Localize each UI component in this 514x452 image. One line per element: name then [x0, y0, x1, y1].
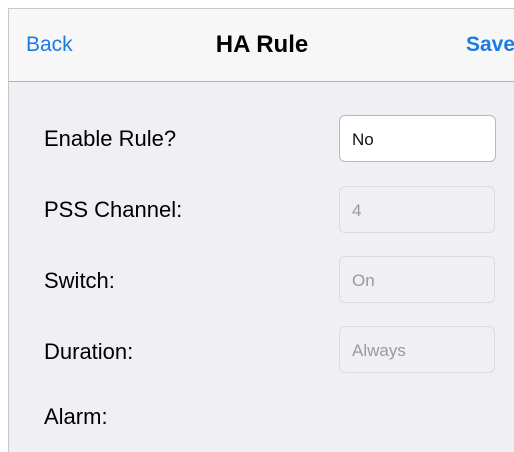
pss-channel-field[interactable]: 4 [339, 186, 495, 233]
switch-field[interactable]: On [339, 256, 495, 303]
duration-label: Duration: [44, 339, 134, 364]
pss-channel-label: PSS Channel: [44, 197, 183, 222]
alarm-label: Alarm: [44, 404, 108, 429]
page-title: HA Rule [215, 31, 309, 58]
switch-label: Switch: [44, 268, 115, 293]
enable-rule-label: Enable Rule? [44, 126, 177, 151]
screen: Back HA Rule Save Enable Rule? No PSS Ch… [8, 8, 514, 452]
navigation-bar: Back HA Rule Save [9, 9, 514, 82]
duration-field[interactable]: Always [339, 326, 495, 373]
save-button[interactable]: Save [466, 33, 514, 57]
enable-rule-field[interactable]: No [339, 115, 496, 162]
